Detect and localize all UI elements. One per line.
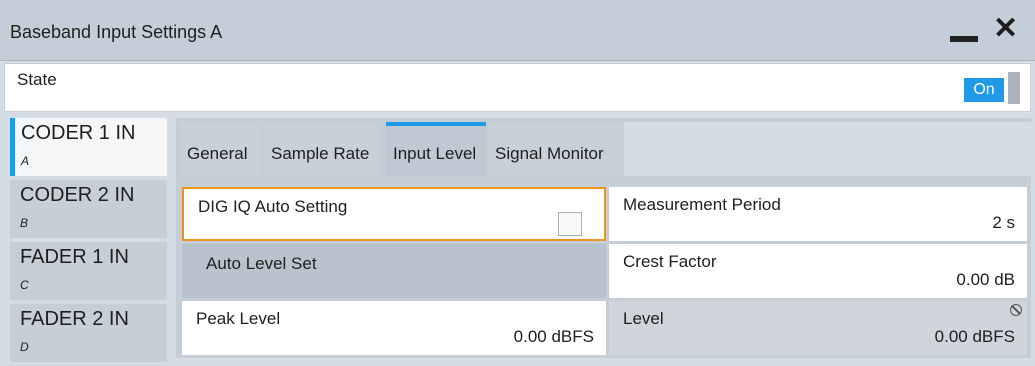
peak-level-value: 0.00 dBFS bbox=[513, 327, 594, 346]
crest-factor-label: Crest Factor bbox=[623, 252, 717, 271]
measurement-period-label: Measurement Period bbox=[623, 195, 781, 214]
measurement-period-field[interactable]: Measurement Period 2 s bbox=[609, 187, 1027, 241]
minimize-icon[interactable] bbox=[950, 36, 978, 42]
sidebar-item-sub: B bbox=[20, 216, 29, 230]
peak-level-label: Peak Level bbox=[196, 309, 281, 328]
state-toggle-value: On bbox=[964, 78, 1004, 102]
sidebar-item-sub: C bbox=[20, 278, 29, 292]
state-row: State On bbox=[4, 63, 1031, 112]
level-field: Level 0.00 dBFS bbox=[609, 301, 1027, 355]
sidebar: CODER 1 IN A CODER 2 IN B FADER 1 IN C F… bbox=[10, 118, 167, 366]
state-label: State bbox=[17, 70, 57, 89]
sidebar-item-label: FADER 2 IN bbox=[20, 308, 129, 330]
tab-general[interactable]: General bbox=[180, 122, 262, 176]
measurement-period-value: 2 s bbox=[992, 213, 1015, 232]
tab-input-level[interactable]: Input Level bbox=[386, 122, 486, 176]
close-icon[interactable]: ✕ bbox=[993, 14, 1018, 44]
settings-panel: General Sample Rate Input Level Signal M… bbox=[176, 118, 1031, 358]
sidebar-item-fader-2-in[interactable]: FADER 2 IN D bbox=[10, 304, 167, 362]
sidebar-item-coder-1-in[interactable]: CODER 1 IN A bbox=[10, 118, 167, 176]
sidebar-item-coder-2-in[interactable]: CODER 2 IN B bbox=[10, 180, 167, 238]
dig-iq-auto-setting[interactable]: DIG IQ Auto Setting bbox=[182, 187, 606, 241]
sidebar-item-fader-1-in[interactable]: FADER 1 IN C bbox=[10, 242, 167, 300]
tab-signal-monitor[interactable]: Signal Monitor bbox=[488, 122, 624, 176]
sidebar-item-label: CODER 2 IN bbox=[20, 184, 135, 206]
tab-sample-rate[interactable]: Sample Rate bbox=[264, 122, 378, 176]
auto-level-set-label: Auto Level Set bbox=[206, 254, 317, 273]
title-bar: Baseband Input Settings A ✕ bbox=[0, 0, 1035, 61]
level-label: Level bbox=[623, 309, 664, 328]
auto-level-set-button[interactable]: Auto Level Set bbox=[182, 244, 606, 298]
crest-factor-value: 0.00 dB bbox=[956, 270, 1015, 289]
toggle-knob bbox=[1008, 72, 1020, 104]
peak-level-field: Peak Level 0.00 dBFS bbox=[182, 301, 606, 355]
crest-factor-field: Crest Factor 0.00 dB bbox=[609, 244, 1027, 298]
tab-strip-filler bbox=[624, 122, 1031, 176]
dig-iq-auto-setting-label: DIG IQ Auto Setting bbox=[198, 197, 348, 216]
sidebar-item-sub: D bbox=[20, 340, 29, 354]
sidebar-item-sub: A bbox=[21, 154, 30, 168]
sidebar-item-label: CODER 1 IN bbox=[21, 122, 136, 144]
dig-iq-auto-checkbox[interactable] bbox=[558, 212, 582, 236]
state-toggle[interactable]: On bbox=[964, 72, 1020, 104]
read-only-icon bbox=[1010, 304, 1022, 316]
window-title: Baseband Input Settings A bbox=[10, 22, 223, 42]
level-value: 0.00 dBFS bbox=[934, 327, 1015, 346]
sidebar-item-label: FADER 1 IN bbox=[20, 246, 129, 268]
